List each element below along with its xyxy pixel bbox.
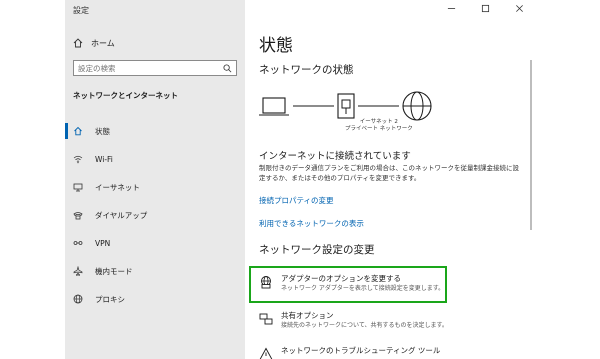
ethernet-adapter-icon	[337, 93, 355, 119]
minimize-icon	[447, 7, 455, 9]
section-label: ネットワークとインターネット	[73, 91, 178, 100]
sidebar-item-ethernet[interactable]: イーサネット	[65, 173, 245, 201]
connected-heading: インターネットに接続されています	[259, 151, 411, 162]
change-settings-heading: ネットワーク設定の変更	[259, 244, 375, 256]
sidebar: 設定 ホーム ネットワークとインターネット 状態 Wi-Fi イーサネット	[65, 0, 245, 359]
option-sharing[interactable]: 共有オプション 接続先のネットワークについて、共有するものを決定します。	[259, 311, 524, 330]
sidebar-item-dialup[interactable]: ダイヤルアップ	[65, 201, 245, 229]
network-caption: イーサネット 2 プライベート ネットワーク	[345, 119, 413, 133]
network-type: プライベート ネットワーク	[345, 126, 413, 132]
nav-list: 状態 Wi-Fi イーサネット ダイヤルアップ VPN 機内モード プロキシ	[65, 117, 245, 313]
sidebar-item-label: VPN	[95, 238, 111, 248]
sidebar-item-label: Wi-Fi	[95, 154, 113, 164]
minimize-button[interactable]	[434, 0, 468, 16]
network-name: イーサネット 2	[359, 119, 398, 125]
app-title: 設定	[73, 6, 89, 15]
sidebar-item-label: ダイヤルアップ	[95, 210, 148, 220]
home-icon	[73, 38, 83, 48]
option-adapter[interactable]: アダプターのオプションを変更する ネットワーク アダプターを表示して接続設定を変…	[259, 274, 524, 293]
sharing-icon	[259, 313, 273, 325]
sidebar-item-vpn[interactable]: VPN	[65, 229, 245, 257]
sidebar-item-wifi[interactable]: Wi-Fi	[65, 145, 245, 173]
wifi-icon	[73, 155, 83, 164]
network-status-heading: ネットワークの状態	[259, 64, 354, 76]
search-input[interactable]	[78, 63, 218, 73]
home-status-icon	[74, 126, 82, 136]
option-title: ネットワークのトラブルシューティング ツール	[281, 346, 441, 355]
window-controls	[434, 0, 536, 16]
sidebar-item-airplane[interactable]: 機内モード	[65, 257, 245, 285]
dialup-icon	[73, 212, 83, 220]
internet-globe-icon	[402, 91, 432, 121]
airplane-icon	[73, 266, 83, 276]
close-button[interactable]	[502, 0, 536, 16]
globe-icon	[73, 294, 83, 304]
sidebar-item-status[interactable]: 状態	[65, 117, 245, 145]
search-box[interactable]	[73, 60, 237, 76]
sidebar-item-label: 機内モード	[95, 266, 133, 276]
laptop-icon	[259, 97, 289, 116]
nav-home-label: ホーム	[91, 38, 115, 48]
warning-icon	[259, 347, 273, 359]
option-title: アダプターのオプションを変更する	[281, 274, 401, 283]
close-icon	[515, 4, 523, 12]
ethernet-icon	[73, 183, 83, 192]
option-description: 接続先のネットワークについて、共有するものを決定します。	[281, 322, 448, 329]
network-diagram	[259, 91, 432, 121]
sidebar-item-label: イーサネット	[95, 182, 140, 192]
settings-window: 設定 ホーム ネットワークとインターネット 状態 Wi-Fi イーサネット	[65, 0, 536, 359]
change-properties-link[interactable]: 接続プロパティの変更	[259, 195, 334, 206]
page-title: 状態	[259, 36, 293, 56]
sidebar-item-proxy[interactable]: プロキシ	[65, 285, 245, 313]
adapter-icon	[261, 276, 271, 289]
maximize-icon	[481, 4, 489, 12]
option-title: 共有オプション	[281, 311, 334, 320]
nav-home[interactable]: ホーム	[73, 36, 115, 50]
available-networks-link[interactable]: 利用できるネットワークの表示	[259, 218, 364, 229]
sidebar-item-label: 状態	[95, 126, 110, 136]
vpn-icon	[73, 241, 83, 245]
option-description: ネットワーク アダプターを表示して接続設定を変更します。	[281, 285, 445, 292]
sidebar-item-label: プロキシ	[95, 294, 125, 304]
search-icon[interactable]	[223, 63, 232, 73]
maximize-button[interactable]	[468, 0, 502, 16]
connected-description: 制限付きのデータ通信プランをご利用の場合は、このネットワークを従量制課金接続に設…	[259, 164, 519, 182]
scrollbar[interactable]	[530, 60, 532, 230]
main-content: 状態 ネットワークの状態 イーサネット 2 プライベート ネットワーク インター…	[245, 0, 536, 359]
option-troubleshoot[interactable]: ネットワークのトラブルシューティング ツール	[259, 346, 524, 359]
